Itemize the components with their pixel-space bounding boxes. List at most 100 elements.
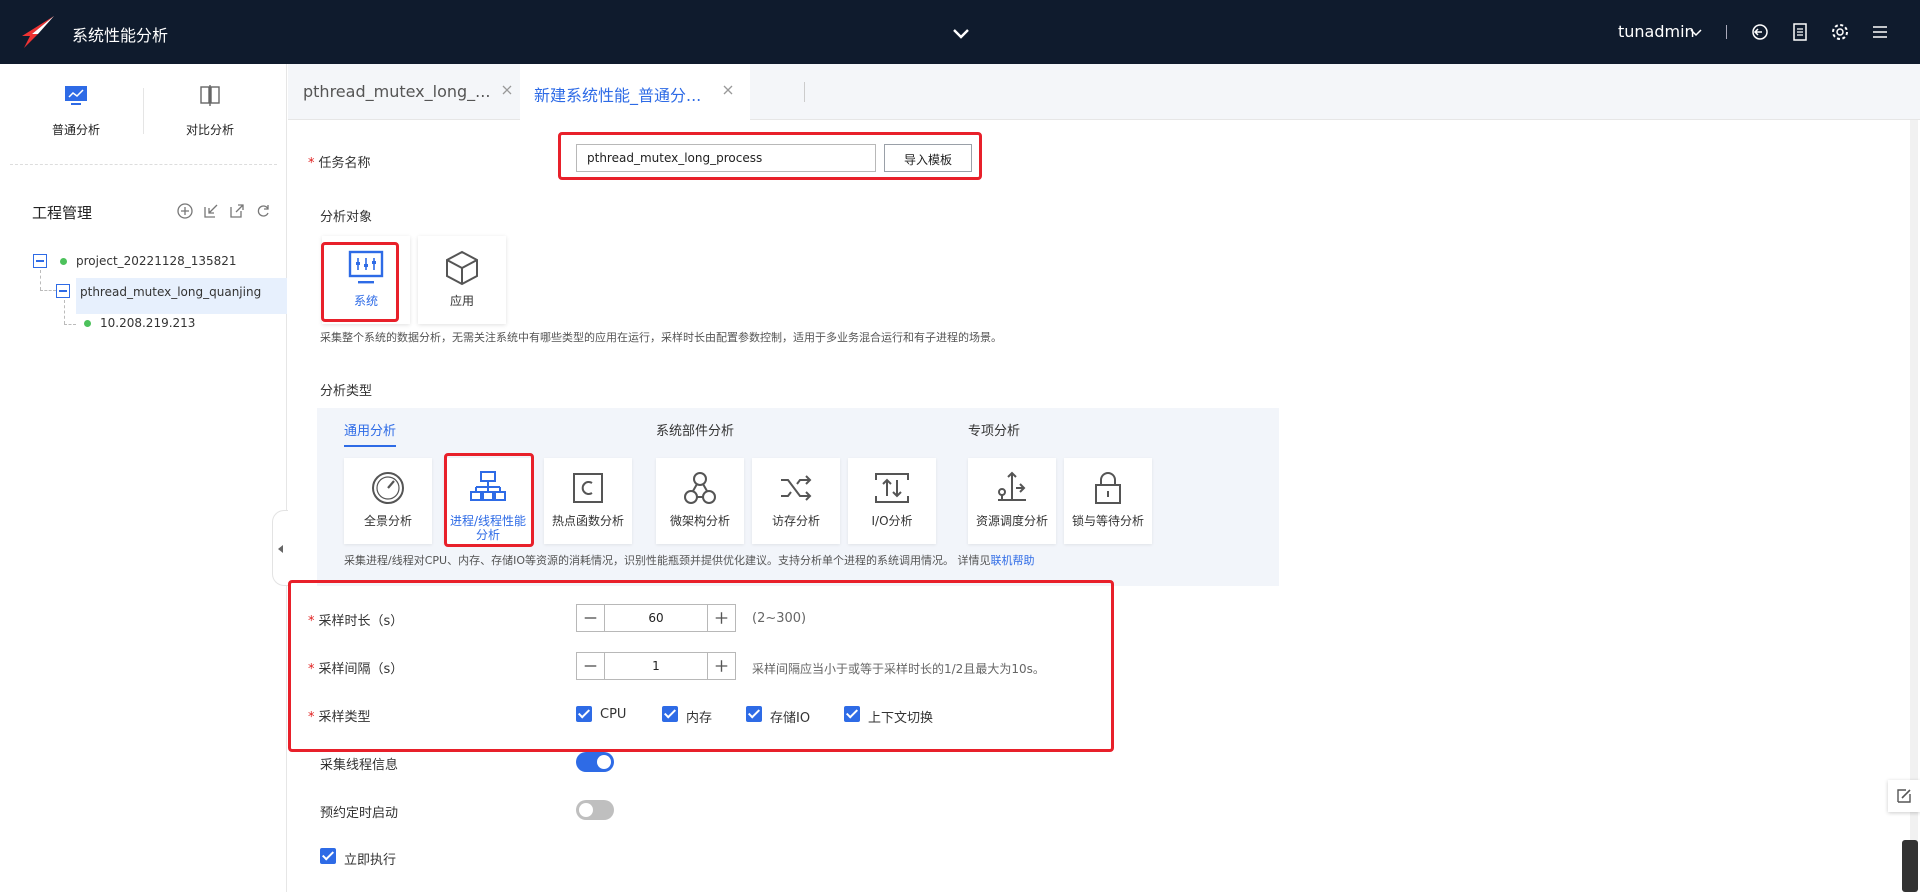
compare-icon (200, 85, 220, 106)
duration-label-text: 采样时长（s） (318, 614, 404, 629)
group-special[interactable]: 专项分析 (968, 420, 1020, 439)
panel-collapse-handle[interactable] (272, 510, 288, 586)
tree-item-node[interactable]: 10.208.219.213 (100, 316, 195, 330)
duration-value[interactable]: 60 (605, 611, 707, 625)
checkbox-run-now[interactable] (320, 848, 336, 864)
duration-stepper[interactable]: 60 (576, 604, 736, 632)
duration-label: * 采样时长（s） (308, 610, 403, 629)
checkbox-context-switch[interactable] (844, 706, 860, 722)
checkbox-label: 上下文切换 (868, 711, 934, 726)
user-name[interactable]: tunadmin (1618, 22, 1695, 41)
app-logo-icon (22, 16, 54, 48)
menu-icon[interactable] (1870, 22, 1890, 42)
schedule-start-toggle[interactable] (576, 800, 614, 820)
task-name-label: * 任务名称 (308, 152, 371, 171)
type-io-card[interactable]: I/O分析 (848, 458, 936, 544)
divider (1726, 25, 1727, 39)
vertical-scrollbar[interactable] (1910, 120, 1918, 892)
interval-label-text: 采样间隔（s） (318, 662, 404, 677)
checkbox-storage-io[interactable] (746, 706, 762, 722)
minus-icon[interactable] (577, 653, 605, 679)
tab-new-analysis[interactable]: 新建系统性能_普通分... (520, 64, 750, 120)
mode-tab-label: 普通分析 (51, 123, 100, 137)
type-label: 全景分析 (363, 514, 412, 528)
required-mark: * (308, 662, 315, 677)
main-form: * 任务名称 pthread_mutex_long_process 导入模板 分析… (288, 120, 1920, 892)
interval-label: * 采样间隔（s） (308, 658, 403, 677)
status-online-dot (84, 320, 91, 327)
type-label: 访存分析 (771, 514, 820, 528)
collect-thread-toggle[interactable] (576, 752, 614, 772)
project-management-title: 工程管理 (32, 204, 93, 222)
side-widget[interactable] (1902, 840, 1918, 892)
refresh-icon[interactable] (254, 202, 272, 220)
checkbox-label: CPU (600, 707, 627, 722)
type-lock-wait-card[interactable]: 锁与等待分析 (1064, 458, 1152, 544)
type-microarch-card[interactable]: 微架构分析 (656, 458, 744, 544)
mode-tab-compare[interactable]: 对比分析 (160, 84, 260, 138)
tab-bar: pthread_mutex_long_... 新建系统性能_普通分... (288, 64, 1920, 120)
export-icon[interactable] (228, 202, 246, 220)
required-mark: * (308, 614, 315, 629)
import-template-button[interactable]: 导入模板 (884, 144, 972, 172)
type-label: 资源调度分析 (975, 514, 1048, 528)
sample-type-label: * 采样类型 (308, 706, 371, 725)
left-panel: 普通分析 对比分析 工程管理 project_20221128_135821 p… (0, 64, 288, 892)
online-help-link[interactable]: 联机帮助 (990, 554, 1034, 567)
add-circle-icon[interactable] (176, 202, 194, 220)
tree-item-project[interactable]: project_20221128_135821 (76, 254, 237, 268)
edit-icon (1897, 789, 1911, 803)
chevron-down-icon[interactable] (950, 22, 972, 44)
interval-hint: 采样间隔应当小于或等于采样时长的1/2且最大为10s。 (752, 662, 1045, 676)
checkbox-label: 存储IO (770, 711, 811, 726)
group-general[interactable]: 通用分析 (344, 420, 397, 447)
tab-pthread-mutex[interactable]: pthread_mutex_long_... (303, 64, 512, 120)
interval-value[interactable]: 1 (605, 659, 707, 673)
target-application-card[interactable]: 应用 (418, 236, 506, 324)
function-c-icon (573, 473, 603, 503)
document-icon[interactable] (1790, 22, 1810, 42)
checkbox-memory[interactable] (662, 706, 678, 722)
highlight-box (321, 242, 399, 322)
close-icon[interactable] (501, 84, 513, 96)
logout-icon[interactable] (1750, 22, 1770, 42)
top-bar: 系统性能分析 tunadmin (0, 0, 1920, 64)
import-icon[interactable] (202, 202, 220, 220)
scheduling-icon (998, 471, 1026, 501)
molecule-icon (684, 472, 716, 504)
type-hotspot-card[interactable]: 热点函数分析 (544, 458, 632, 544)
highlight-box (444, 453, 534, 547)
interval-stepper[interactable]: 1 (576, 652, 736, 680)
app-title: 系统性能分析 (72, 26, 169, 45)
sample-type-label-text: 采样类型 (318, 710, 371, 725)
feedback-button[interactable] (1888, 780, 1920, 812)
type-panorama-card[interactable]: 全景分析 (344, 458, 432, 544)
group-components[interactable]: 系统部件分析 (656, 420, 734, 439)
divider (804, 82, 805, 102)
mode-tab-normal[interactable]: 普通分析 (26, 84, 126, 138)
tree-collapse-toggle[interactable] (56, 284, 70, 298)
divider (10, 164, 277, 165)
tree-connector (64, 300, 65, 324)
analysis-type-title: 分析类型 (320, 384, 373, 399)
type-label: 微架构分析 (669, 514, 730, 528)
divider (143, 88, 144, 134)
task-name-input[interactable]: pthread_mutex_long_process (576, 144, 876, 172)
lock-icon (1095, 472, 1121, 504)
task-name-label-text: 任务名称 (318, 156, 371, 171)
tree-collapse-toggle[interactable] (33, 254, 47, 268)
minus-icon[interactable] (577, 605, 605, 631)
type-memory-access-card[interactable]: 访存分析 (752, 458, 840, 544)
analysis-target-title: 分析对象 (320, 210, 373, 225)
checkbox-cpu[interactable] (576, 706, 592, 722)
close-icon[interactable] (722, 84, 734, 96)
schedule-start-label: 预约定时启动 (320, 806, 399, 821)
plus-icon[interactable] (707, 653, 735, 679)
type-resource-scheduling-card[interactable]: 资源调度分析 (968, 458, 1056, 544)
tree-connector (40, 290, 56, 291)
plus-icon[interactable] (707, 605, 735, 631)
monitor-chart-icon (65, 86, 87, 105)
tree-item-task[interactable]: pthread_mutex_long_quanjing (80, 285, 261, 299)
gear-icon[interactable] (1830, 22, 1850, 42)
user-menu-chevron-icon[interactable] (1690, 28, 1702, 38)
